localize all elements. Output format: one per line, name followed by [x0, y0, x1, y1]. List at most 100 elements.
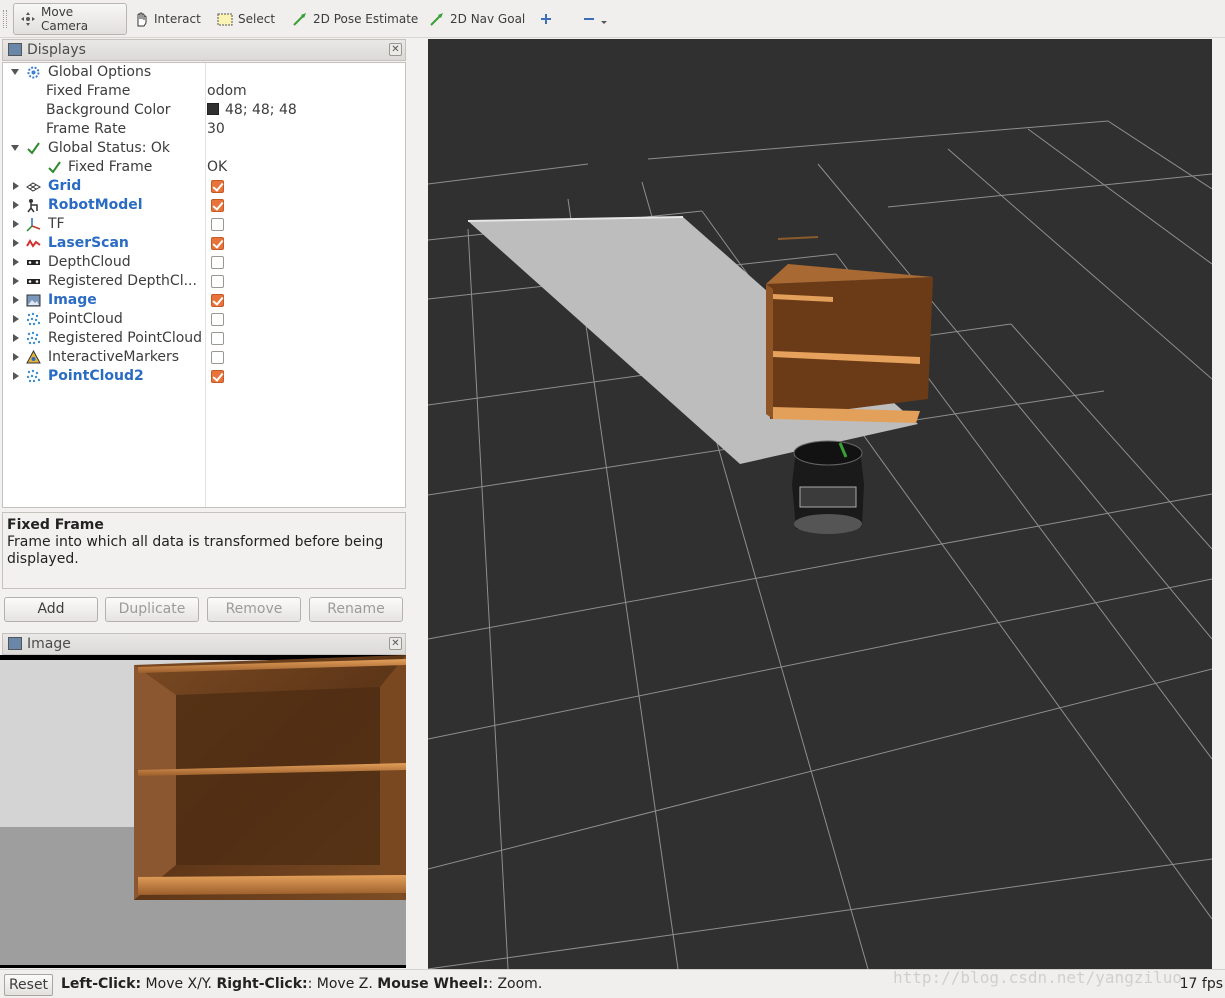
tree-row-frame-rate[interactable]: Frame Rate 30 — [3, 120, 405, 139]
robot-model — [792, 440, 864, 534]
2d-pose-estimate-button[interactable]: 2D Pose Estimate — [286, 3, 424, 35]
toolbar-grip[interactable] — [3, 10, 7, 28]
move-camera-icon — [20, 11, 36, 27]
rename-button[interactable]: Rename — [309, 597, 403, 622]
image-checkbox[interactable] — [211, 294, 224, 307]
depth-camera-icon — [26, 274, 41, 289]
2d-nav-goal-button[interactable]: 2D Nav Goal — [423, 3, 531, 35]
select-box-icon — [217, 11, 233, 27]
pointcloud-icon — [26, 331, 41, 346]
check-icon — [47, 160, 62, 175]
display-row-depthcloud[interactable]: DepthCloud — [3, 253, 405, 272]
expand-arrow-icon[interactable] — [13, 258, 19, 266]
expand-arrow-icon[interactable] — [13, 372, 19, 380]
expand-arrow-icon[interactable] — [13, 315, 19, 323]
display-row-laserscan[interactable]: LaserScan — [3, 234, 405, 253]
expand-arrow-icon[interactable] — [13, 220, 19, 228]
pointcloud2-checkbox[interactable] — [211, 370, 224, 383]
property-description: Fixed Frame Frame into which all data is… — [2, 512, 406, 589]
image-icon — [8, 637, 22, 650]
display-row-pointcloud[interactable]: PointCloud — [3, 310, 405, 329]
expand-arrow-icon[interactable] — [11, 69, 19, 75]
expand-arrow-icon[interactable] — [13, 296, 19, 304]
mouse-help-text: Left-Click: Move X/Y. Right-Click:: Move… — [61, 976, 543, 992]
add-tool-button[interactable] — [532, 3, 560, 35]
check-icon — [26, 141, 41, 156]
registered-depthcloud-checkbox[interactable] — [211, 275, 224, 288]
grid-checkbox[interactable] — [211, 180, 224, 193]
laserscan-checkbox[interactable] — [211, 237, 224, 250]
display-row-pointcloud2[interactable]: PointCloud2 — [3, 367, 405, 386]
color-swatch — [207, 103, 219, 115]
frame-rate-value[interactable]: 30 — [207, 120, 225, 139]
3d-render-viewport[interactable] — [428, 39, 1212, 969]
3d-scene — [428, 120, 1212, 969]
watermark: http://blog.csdn.net/yangziluo — [893, 968, 1182, 987]
displays-panel-title: Displays ✕ — [2, 39, 406, 61]
move-camera-button[interactable]: Move Camera — [13, 3, 127, 35]
camera-image-view — [0, 655, 406, 968]
depthcloud-checkbox[interactable] — [211, 256, 224, 269]
description-text: Frame into which all data is transformed… — [7, 534, 384, 567]
main-toolbar: Move Camera Interact Select 2D Pose Esti… — [0, 0, 1225, 38]
hand-icon — [133, 11, 149, 27]
displays-tree: Global Options Fixed Frame odom Backgrou… — [2, 62, 406, 508]
tf-checkbox[interactable] — [211, 218, 224, 231]
display-row-grid[interactable]: Grid — [3, 177, 405, 196]
monitor-icon — [8, 43, 22, 56]
camera-image — [0, 655, 406, 965]
tree-row-background-color[interactable]: Background Color 48; 48; 48 — [3, 101, 405, 120]
interactivemarkers-checkbox[interactable] — [211, 351, 224, 364]
axes-icon — [26, 217, 41, 232]
gear-icon — [26, 65, 41, 80]
tree-row-status-fixed-frame[interactable]: Fixed Frame OK — [3, 158, 405, 177]
bookshelf-model — [766, 236, 933, 423]
laser-icon — [26, 236, 41, 251]
duplicate-button[interactable]: Duplicate — [105, 597, 199, 622]
display-row-interactivemarkers[interactable]: InteractiveMarkers — [3, 348, 405, 367]
display-row-tf[interactable]: TF — [3, 215, 405, 234]
close-icon[interactable]: ✕ — [389, 637, 402, 650]
expand-arrow-icon[interactable] — [13, 201, 19, 209]
display-row-robotmodel[interactable]: RobotModel — [3, 196, 405, 215]
expand-arrow-icon[interactable] — [13, 277, 19, 285]
plus-icon — [538, 11, 554, 27]
expand-arrow-icon[interactable] — [13, 239, 19, 247]
markers-icon — [26, 349, 41, 365]
pointcloud-checkbox[interactable] — [211, 313, 224, 326]
background-color-value[interactable]: 48; 48; 48 — [207, 101, 297, 120]
depth-camera-icon — [26, 255, 41, 270]
left-splitter-handle[interactable] — [428, 499, 434, 507]
fixed-frame-value[interactable]: odom — [207, 82, 247, 101]
display-row-registered-pointcloud[interactable]: Registered PointCloud — [3, 329, 405, 348]
reset-button[interactable]: Reset — [4, 974, 53, 996]
add-button[interactable]: Add — [4, 597, 98, 622]
fps-readout: 17 fps — [1179, 976, 1223, 992]
robot-icon — [26, 198, 41, 213]
pointcloud-icon — [26, 312, 41, 327]
green-arrow-icon — [292, 11, 308, 27]
select-button[interactable]: Select — [211, 3, 281, 35]
image-panel-title: Image ✕ — [2, 633, 406, 655]
robotmodel-checkbox[interactable] — [211, 199, 224, 212]
description-title: Fixed Frame — [7, 517, 104, 533]
pointcloud-icon — [26, 369, 41, 384]
image-icon — [26, 293, 41, 308]
green-arrow-icon — [429, 11, 445, 27]
expand-arrow-icon[interactable] — [11, 145, 19, 151]
expand-arrow-icon[interactable] — [13, 353, 19, 361]
close-icon[interactable]: ✕ — [389, 43, 402, 56]
display-row-registered-depthcloud[interactable]: Registered DepthCl... — [3, 272, 405, 291]
interact-button[interactable]: Interact — [127, 3, 207, 35]
expand-arrow-icon[interactable] — [13, 182, 19, 190]
display-row-image[interactable]: Image — [3, 291, 405, 310]
tree-row-global-status[interactable]: Global Status: Ok — [3, 139, 405, 158]
remove-tool-button[interactable] — [576, 3, 607, 35]
tree-row-global-options[interactable]: Global Options — [3, 63, 405, 82]
remove-button[interactable]: Remove — [207, 597, 301, 622]
expand-arrow-icon[interactable] — [13, 334, 19, 342]
tree-row-fixed-frame[interactable]: Fixed Frame odom — [3, 82, 405, 101]
registered-pointcloud-checkbox[interactable] — [211, 332, 224, 345]
grid-icon — [26, 179, 42, 194]
minus-dropdown-icon — [582, 11, 607, 27]
